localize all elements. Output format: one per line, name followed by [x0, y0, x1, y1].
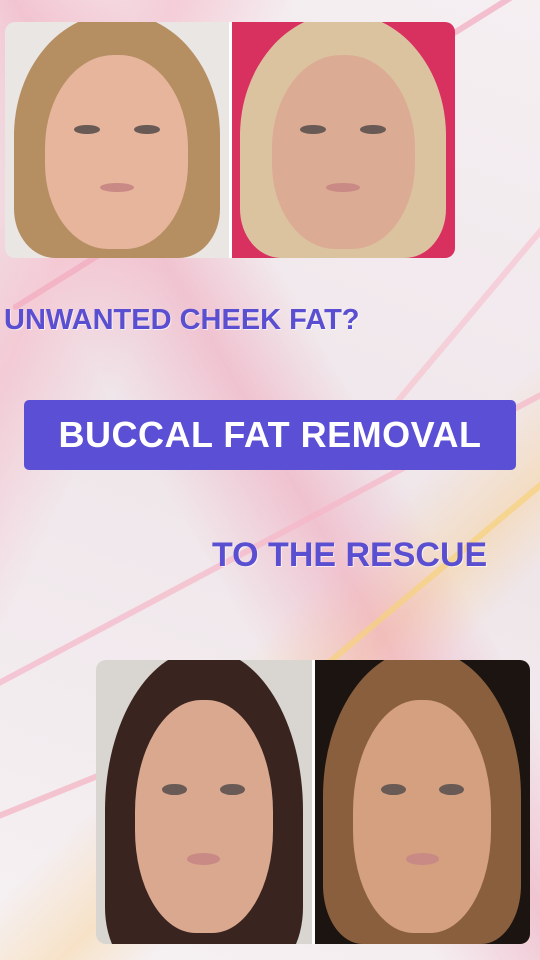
bottom-after-photo	[314, 660, 530, 944]
face	[134, 699, 273, 933]
eye	[300, 124, 327, 135]
face	[271, 55, 415, 249]
caption-unwanted-cheek-fat: UNWANTED CHEEK FAT?	[4, 304, 360, 336]
buccal-fat-removal-banner: BUCCAL FAT REMOVAL	[24, 400, 516, 470]
eye	[438, 783, 464, 796]
eye	[133, 124, 160, 135]
top-after-photo	[231, 22, 455, 258]
face	[45, 55, 189, 249]
eye	[73, 124, 100, 135]
lips	[187, 853, 221, 866]
eye	[162, 783, 188, 796]
bottom-before-photo	[96, 660, 312, 944]
lips	[326, 182, 361, 193]
eye	[380, 783, 406, 796]
eye	[220, 783, 246, 796]
eye	[360, 124, 387, 135]
lips	[99, 182, 134, 193]
lips	[405, 853, 439, 866]
top-comparison-photo	[5, 22, 455, 258]
top-before-photo	[5, 22, 229, 258]
bottom-comparison-photo	[96, 660, 530, 944]
caption-to-the-rescue: TO THE RESCUE	[212, 536, 488, 574]
face	[353, 699, 492, 933]
